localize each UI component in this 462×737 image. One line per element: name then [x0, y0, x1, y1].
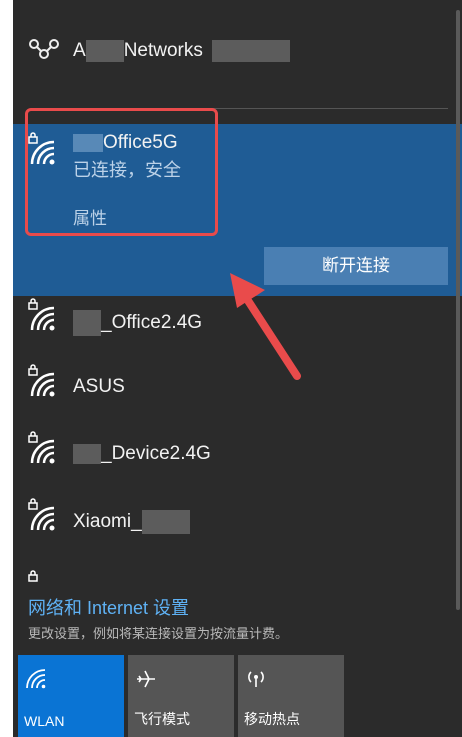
- annotation-highlight-box: [25, 108, 218, 236]
- mobile-hotspot-toggle[interactable]: 移动热点: [238, 655, 344, 737]
- network-settings-link[interactable]: 网络和 Internet 设置: [28, 594, 189, 620]
- network-header[interactable]: A Networks: [13, 18, 462, 78]
- network-ssid: _Office2.4G: [73, 310, 202, 336]
- network-ssid: _Device2.4G: [73, 443, 211, 465]
- network-ssid-text: _Device2.4G: [101, 443, 211, 464]
- network-group-icon: [29, 39, 59, 59]
- wifi-signal-icon: [30, 306, 55, 331]
- hotspot-icon: [248, 671, 264, 687]
- redacted-block: [141, 510, 190, 534]
- redacted-block: [212, 40, 291, 62]
- header-title-main: Networks: [123, 40, 203, 62]
- airplane-icon: [137, 670, 155, 688]
- mobile-hotspot-label: 移动热点: [244, 711, 300, 727]
- lock-icon: [28, 570, 38, 582]
- wifi-signal-icon: [30, 506, 55, 531]
- network-list-item[interactable]: Xiaomi_: [13, 488, 462, 554]
- airplane-mode-label: 飞行模式: [134, 711, 190, 727]
- wifi-signal-icon: [30, 439, 55, 464]
- annotation-arrow-icon: [230, 273, 301, 380]
- network-ssid-text: Xiaomi_: [73, 511, 142, 533]
- redacted-block: [73, 443, 101, 464]
- network-list-item[interactable]: _Device2.4G: [13, 421, 462, 487]
- redacted-block: [85, 40, 124, 62]
- wifi-icon: [26, 669, 46, 689]
- header-title-prefix: A: [73, 40, 86, 62]
- airplane-mode-toggle[interactable]: 飞行模式: [128, 655, 234, 737]
- network-header-title: A Networks: [73, 40, 291, 62]
- network-ssid: Xiaomi_: [73, 510, 190, 534]
- wlan-toggle-label: WLAN: [24, 713, 65, 729]
- wlan-toggle[interactable]: WLAN: [18, 655, 124, 737]
- scrollbar[interactable]: [456, 10, 460, 610]
- wifi-signal-icon: [30, 372, 55, 397]
- network-settings-description: 更改设置，例如将某连接设置为按流量计费。: [28, 626, 289, 641]
- network-ssid: ASUS: [73, 376, 125, 397]
- redacted-block: [73, 310, 101, 336]
- network-ssid-text: _Office2.4G: [101, 312, 203, 334]
